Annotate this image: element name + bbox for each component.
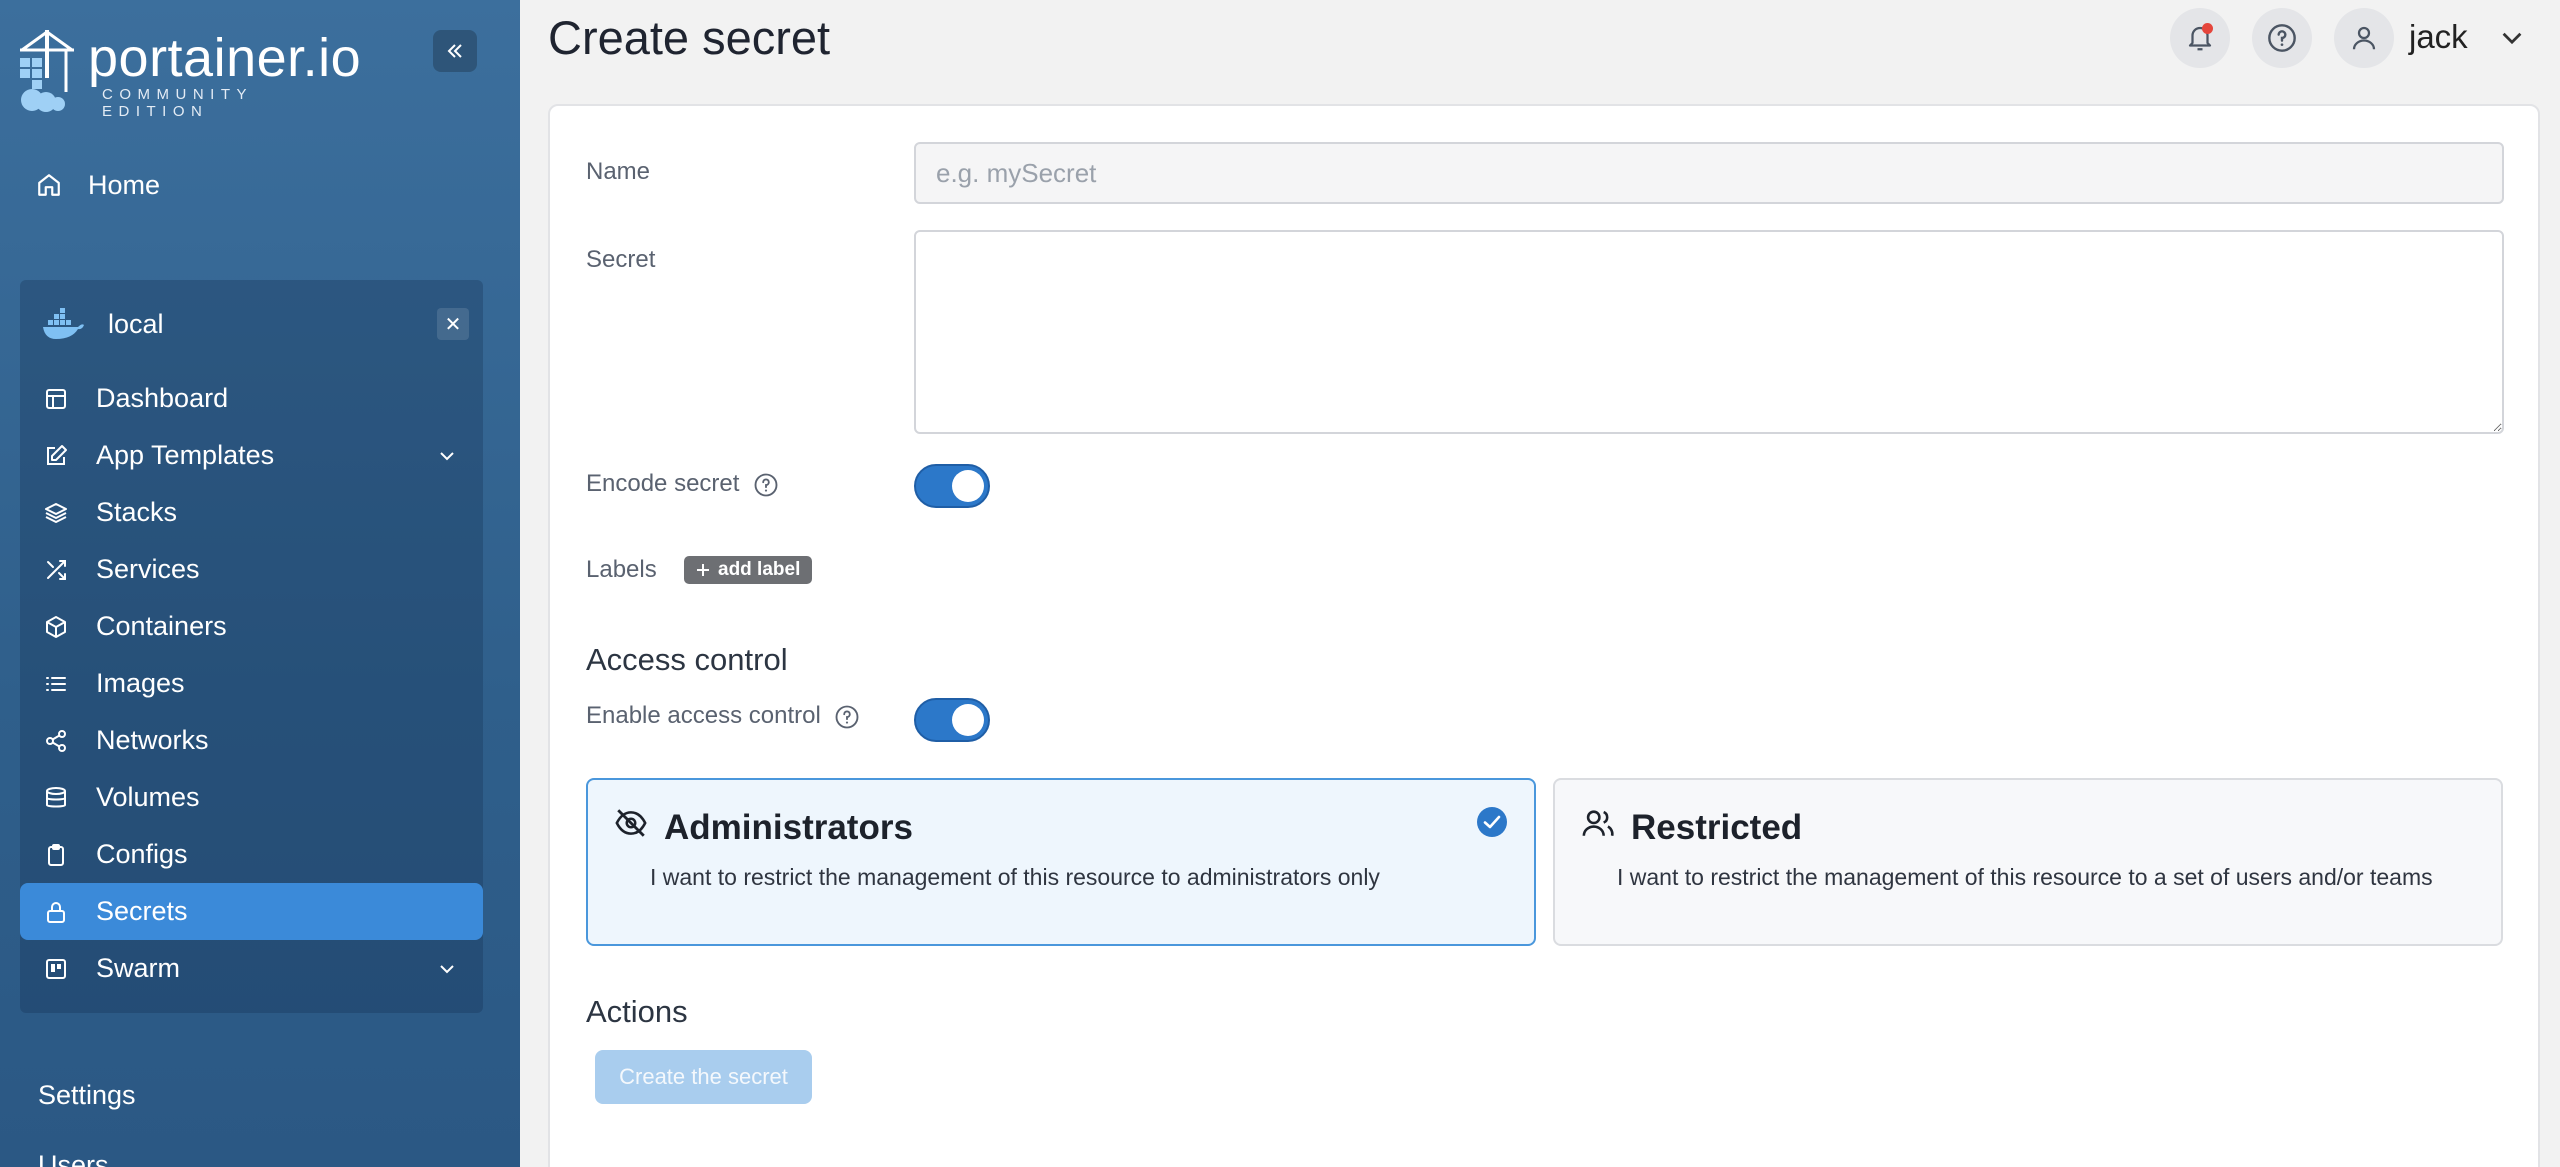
user-name[interactable]: jack [2409,18,2468,56]
enable-access-control-label: Enable access control [586,702,861,731]
name-label: Name [586,158,651,185]
sidebar-item-dashboard[interactable]: Dashboard [20,370,483,427]
add-label-text: add label [718,559,801,580]
sidebar-item-label: Volumes [96,782,200,812]
sidebar-item-stacks[interactable]: Stacks [20,484,483,541]
plus-icon [697,564,709,576]
portainer-logo[interactable]: portainer.io COMMUNITY EDITION [16,28,366,120]
encode-secret-text: Encode secret [586,470,740,497]
enable-access-control-text: Enable access control [586,702,821,729]
sidebar-item-configs[interactable]: Configs [20,826,483,883]
help-button[interactable] [2252,8,2312,68]
crane-logo-icon [20,30,74,112]
sidebar-item-label: Services [96,554,200,584]
sidebar: portainer.io COMMUNITY EDITION Home loca… [0,0,520,1167]
chevron-down-icon[interactable] [2498,24,2526,52]
sidebar-item-settings[interactable]: Settings [38,1080,136,1111]
user-avatar[interactable] [2334,8,2394,68]
create-secret-card: Name Secret Encode secret Labels add lab… [548,104,2540,1167]
sidebar-item-label: Images [96,668,185,698]
layers-icon [45,502,67,523]
share-icon [46,729,66,752]
eye-off-icon [615,809,647,837]
encode-secret-toggle[interactable] [914,464,990,508]
page-title: Create secret [548,11,831,64]
sidebar-item-images[interactable]: Images [20,655,483,712]
sidebar-item-services[interactable]: Services [20,541,483,598]
name-input[interactable] [914,142,2504,204]
lock-icon [47,901,65,923]
notifications-button[interactable] [2170,8,2230,68]
administrators-option[interactable]: Administrators I want to restrict the ma… [586,778,1536,946]
toggle-knob [952,470,984,502]
dashboard-icon [46,388,66,409]
access-control-title: Access control [586,642,788,677]
restricted-option[interactable]: Restricted I want to restrict the manage… [1553,778,2503,946]
database-icon [46,786,66,807]
box-icon [46,615,66,638]
sidebar-item-label: Stacks [96,497,178,527]
encode-secret-label: Encode secret [586,470,780,499]
sidebar-item-label: Home [88,169,161,200]
user-icon [2352,26,2376,50]
close-icon: ✕ [444,313,462,336]
toggle-knob [952,704,984,736]
chevrons-left-icon [447,44,462,58]
sidebar-item-label: Dashboard [96,383,229,413]
sidebar-item-swarm[interactable]: Swarm [20,940,483,997]
notification-dot [2202,23,2213,34]
sidebar-item-label: Containers [96,611,227,641]
sidebar-item-label: Swarm [96,953,181,983]
brand-edition: COMMUNITY EDITION [102,86,253,120]
shuffle-icon [47,559,66,580]
sidebar-item-app-templates[interactable]: App Templates [20,427,483,484]
users-icon [1582,810,1614,837]
swarm-icon [46,958,66,979]
edit-icon [47,444,67,465]
option-description: I want to restrict the management of thi… [650,864,1380,890]
close-environment-button[interactable]: ✕ [437,308,469,340]
chevron-down-icon [440,451,454,460]
sidebar-item-label: Configs [96,839,188,869]
add-label-button[interactable]: add label [684,556,813,584]
sidebar-item-networks[interactable]: Networks [20,712,483,769]
option-title: Administrators [664,808,913,847]
brand-name: portainer.io [88,28,362,88]
create-secret-button[interactable]: Create the secret [595,1050,812,1104]
environment-name: local [108,308,164,339]
actions-title: Actions [586,994,688,1029]
docker-icon [43,308,84,339]
home-icon [38,174,60,196]
sidebar-item-label: Secrets [96,896,188,926]
clipboard-icon [48,843,64,866]
secret-textarea[interactable] [914,230,2504,434]
sidebar-item-label: Networks [96,725,209,755]
sidebar-item-volumes[interactable]: Volumes [20,769,483,826]
check-circle-icon [1477,807,1507,837]
secret-label: Secret [586,246,656,273]
chevron-down-icon [440,964,454,973]
help-icon [2268,24,2296,52]
help-icon[interactable] [833,703,861,731]
option-description: I want to restrict the management of thi… [1617,864,2433,890]
help-icon[interactable] [752,471,780,499]
sidebar-item-users[interactable]: Users [38,1150,109,1167]
sidebar-item-containers[interactable]: Containers [20,598,483,655]
environment-nav: Dashboard App Templates Stacks Services … [20,370,483,997]
environment-header: local ✕ [42,294,469,354]
collapse-sidebar-button[interactable] [433,30,477,72]
sidebar-item-home[interactable]: Home [36,163,160,207]
option-title: Restricted [1631,808,1803,847]
access-control-toggle[interactable] [914,698,990,742]
labels-label: Labels [586,556,657,583]
sidebar-item-secrets[interactable]: Secrets [20,883,483,940]
list-icon [46,676,66,691]
environment-panel: local ✕ Dashboard App Templates Stacks S… [20,280,483,1013]
sidebar-item-label: App Templates [96,440,275,470]
